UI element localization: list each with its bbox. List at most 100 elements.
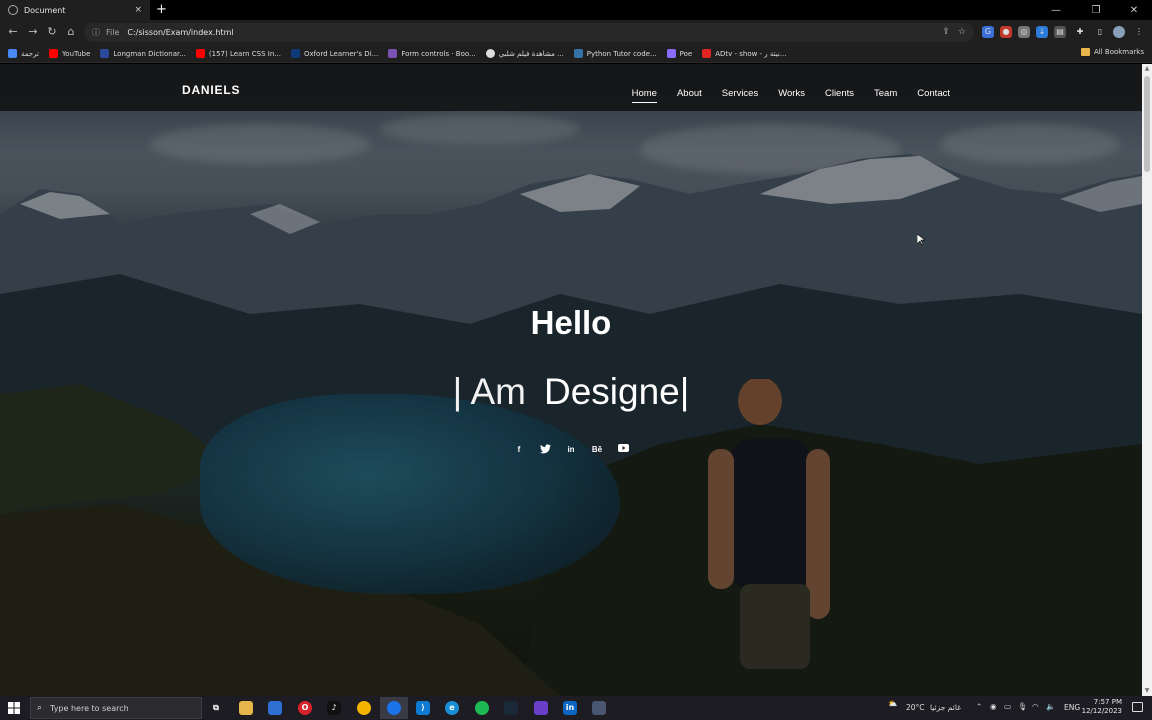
poe-icon [666, 49, 676, 58]
sidepanel-icon[interactable]: ▯ [1094, 26, 1106, 38]
bookmark-item[interactable]: YouTube [48, 49, 90, 58]
social-links: f in Bē [0, 444, 1142, 456]
spotify-icon[interactable] [475, 701, 489, 715]
profile-avatar[interactable] [1113, 26, 1125, 38]
youtube-icon[interactable] [617, 444, 629, 456]
hero-prefix: | Am [452, 371, 526, 412]
youtube-icon [195, 49, 205, 58]
bookmark-item[interactable]: Longman Dictionar... [100, 49, 186, 58]
language-indicator[interactable]: ENG [1064, 703, 1080, 712]
bookmark-item[interactable]: ترجمة [8, 49, 39, 58]
chrome-icon[interactable] [357, 701, 371, 715]
scheme-label: File [106, 28, 120, 37]
battery-icon[interactable]: ▭ [1004, 702, 1011, 711]
file-explorer-icon[interactable] [239, 701, 253, 715]
minimize-button[interactable]: — [1042, 0, 1070, 20]
all-bookmarks-label: All Bookmarks [1093, 48, 1144, 56]
taskbar-search-placeholder: Type here to search [50, 703, 129, 713]
microsoft-store-icon[interactable] [268, 701, 282, 715]
bookmark-item[interactable]: Poe [666, 49, 692, 58]
taskbar-clock[interactable]: 7:57 PM 12/12/2023 [1082, 698, 1122, 716]
linkedin-icon[interactable]: in [565, 444, 577, 456]
nav-link-contact[interactable]: Contact [917, 88, 950, 99]
address-bar[interactable]: ⓘ File C:/sisson/Exam/index.html ⇪ ☆ [84, 23, 974, 42]
page-viewport: DANIELS Home About Services Works Client… [0, 64, 1142, 696]
info-icon[interactable]: ⓘ [92, 27, 100, 38]
nav-link-clients[interactable]: Clients [825, 88, 854, 99]
bookmark-item[interactable]: مشاهدة فيلم شلبي ... [485, 49, 564, 58]
browser-tab-bar: Document × + — ❐ ✕ [0, 0, 1152, 20]
bookmark-item[interactable]: Form controls · Boo... [388, 49, 476, 58]
volume-icon[interactable]: 🔈 [1046, 702, 1055, 711]
browser-tab[interactable]: Document × [0, 0, 150, 20]
bookmark-label: Oxford Learner's Di... [303, 49, 379, 58]
scroll-up-arrow-icon[interactable]: ▲ [1143, 65, 1151, 73]
site-brand-logo[interactable]: DANIELS [182, 83, 240, 97]
search-icon: ⌕ [37, 703, 43, 713]
behance-icon[interactable]: Bē [591, 444, 603, 456]
bookmark-label: Longman Dictionar... [113, 49, 186, 58]
reload-icon[interactable]: ↻ [45, 25, 59, 39]
vscode-icon[interactable]: ⟩ [416, 701, 430, 715]
app-icon[interactable] [592, 701, 606, 715]
weather-icon[interactable]: ⛅ [888, 699, 897, 708]
weather-condition[interactable]: غائم جزئيا [930, 703, 961, 712]
bookmark-item[interactable]: Python Tutor code... [573, 49, 657, 58]
share-icon[interactable]: ⇪ [942, 27, 950, 37]
browser-toolbar: ← → ↻ ⌂ ⓘ File C:/sisson/Exam/index.html… [0, 20, 1152, 45]
download-extension-icon[interactable]: ↓ [1036, 26, 1048, 38]
bookmark-icon [100, 49, 110, 58]
chrome-active-icon[interactable] [387, 701, 401, 715]
tab-close-button[interactable]: × [134, 5, 142, 15]
close-window-button[interactable]: ✕ [1120, 0, 1148, 20]
steam-icon[interactable] [504, 701, 518, 715]
nav-link-team[interactable]: Team [874, 88, 897, 99]
nav-link-about[interactable]: About [677, 88, 702, 99]
bookmark-icon [485, 49, 495, 58]
translate-extension-icon[interactable]: G [982, 26, 994, 38]
puzzle-icon[interactable]: ✚ [1074, 26, 1086, 38]
facebook-icon[interactable]: f [513, 444, 525, 456]
url-text[interactable]: C:/sisson/Exam/index.html [127, 28, 233, 37]
home-icon[interactable]: ⌂ [64, 25, 78, 39]
task-view-icon[interactable]: ⧉ [209, 701, 223, 715]
extension-icon[interactable]: ◎ [1018, 26, 1030, 38]
shield-extension-icon[interactable]: ● [1000, 26, 1012, 38]
nav-link-services[interactable]: Services [722, 88, 758, 99]
edge-icon[interactable]: e [445, 701, 459, 715]
bookmark-item[interactable]: ADtv - show - نيتة ر... [702, 49, 787, 58]
linkedin-app-icon[interactable]: in [563, 701, 577, 715]
bookmark-item[interactable]: Oxford Learner's Di... [290, 49, 379, 58]
weather-temperature[interactable]: 20°C [906, 703, 925, 712]
kebab-menu-icon[interactable]: ⋮ [1133, 26, 1145, 38]
bookmarks-bar: ترجمة YouTube Longman Dictionar... (157)… [0, 45, 1152, 63]
notification-center-icon[interactable] [1132, 702, 1143, 712]
new-tab-button[interactable]: + [156, 2, 167, 18]
windows-start-icon[interactable] [8, 702, 20, 714]
clock-time: 7:57 PM [1093, 698, 1122, 706]
back-arrow-icon[interactable]: ← [6, 25, 20, 39]
maximize-button[interactable]: ❐ [1082, 0, 1110, 20]
taskbar-search-box[interactable]: ⌕ Type here to search [30, 697, 202, 719]
tiktok-icon[interactable]: ♪ [327, 701, 341, 715]
bookmark-label: مشاهدة فيلم شلبي ... [498, 49, 564, 58]
wifi-icon[interactable]: ◠ [1032, 702, 1039, 711]
twitter-icon[interactable] [539, 444, 551, 456]
microphone-icon[interactable]: 🎙 [1018, 702, 1028, 711]
bookmark-label: Form controls · Boo... [401, 49, 476, 58]
page-scrollbar[interactable]: ▲ ▼ [1142, 64, 1152, 696]
chevron-up-icon[interactable]: ⌃ [976, 702, 982, 711]
star-icon[interactable]: ☆ [958, 27, 966, 37]
nav-link-works[interactable]: Works [778, 88, 805, 99]
nav-link-home[interactable]: Home [631, 88, 658, 103]
forward-arrow-icon[interactable]: → [26, 25, 40, 39]
opera-icon[interactable]: O [298, 701, 312, 715]
tray-app-icon[interactable]: ◉ [990, 702, 997, 711]
all-bookmarks-button[interactable]: All Bookmarks [1080, 48, 1144, 56]
scroll-thumb[interactable] [1144, 76, 1150, 172]
visual-studio-icon[interactable] [534, 701, 548, 715]
scroll-down-arrow-icon[interactable]: ▼ [1143, 687, 1151, 695]
bookmark-label: Python Tutor code... [586, 49, 657, 58]
notes-extension-icon[interactable]: ▤ [1054, 26, 1066, 38]
bookmark-item[interactable]: (157) Learn CSS In... [195, 49, 281, 58]
